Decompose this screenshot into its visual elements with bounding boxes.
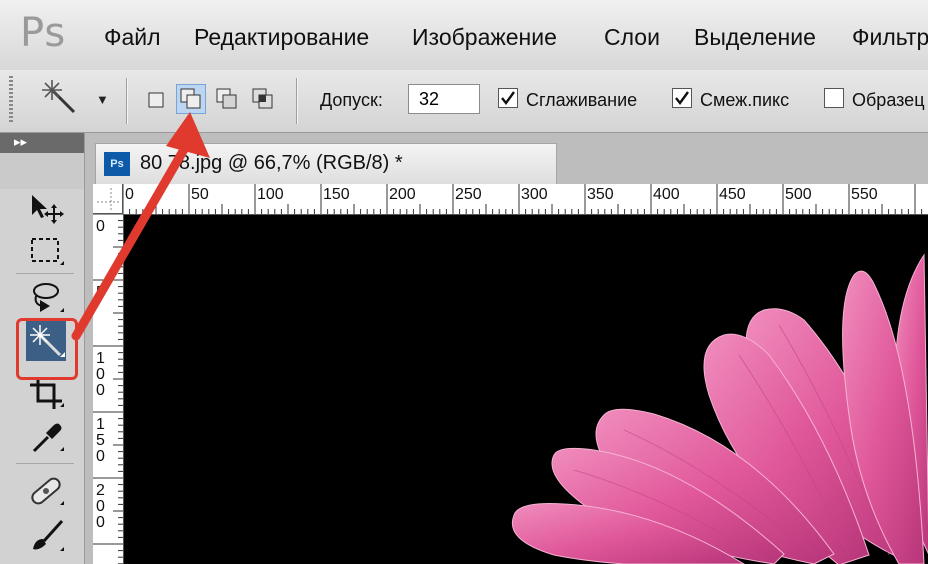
document-title: 80 78.jpg @ 66,7% (RGB/8) * — [140, 152, 403, 174]
lasso-tool[interactable] — [26, 278, 66, 318]
menu-file[interactable]: Файл — [104, 24, 161, 51]
document-tab[interactable]: Ps 80 78.jpg @ 66,7% (RGB/8) * — [95, 143, 557, 184]
ruler-h-label: 400 — [653, 186, 680, 203]
ruler-h-label: 350 — [587, 186, 614, 203]
toolbox-divider — [16, 463, 74, 464]
ruler-v-label: 0 — [96, 218, 105, 235]
ruler-h-label: 250 — [455, 186, 482, 203]
tolerance-label: Допуск: — [320, 90, 383, 110]
contiguous-label: Смеж.пикс — [700, 90, 790, 110]
ruler-h-label: 300 — [521, 186, 548, 203]
options-bar: ▼ Допуск: Сглаживание — [0, 70, 928, 133]
brush-tool[interactable] — [26, 517, 66, 557]
tolerance-input[interactable] — [408, 84, 480, 114]
intersect-selection-icon — [252, 88, 273, 109]
ruler-h-label: 500 — [785, 186, 812, 203]
menu-layers[interactable]: Слои — [604, 24, 660, 51]
vertical-ruler[interactable]: 0 5 1 0 0 1 5 0 2 0 0 — [93, 214, 124, 564]
ps-doc-icon: Ps — [104, 152, 130, 176]
ruler-h-label: 100 — [257, 186, 284, 203]
ruler-v-label: 5 — [96, 284, 105, 301]
toolbox-grip[interactable] — [0, 153, 84, 189]
move-tool[interactable] — [26, 189, 66, 229]
toolbox-divider — [16, 273, 74, 274]
ruler-h-label: 0 — [125, 186, 134, 203]
rect-marquee-tool[interactable] — [26, 231, 66, 271]
ruler-v-label: 0 — [96, 448, 105, 465]
ruler-h-label: 450 — [719, 186, 746, 203]
canvas-wrapper: 0 50 100 150 200 250 300 350 400 450 500… — [93, 184, 928, 564]
add-to-selection-button[interactable] — [176, 84, 206, 114]
ruler-h-label: 50 — [191, 186, 209, 203]
divider — [296, 78, 297, 124]
subtract-selection-icon — [216, 88, 237, 109]
ruler-h-label: 200 — [389, 186, 416, 203]
contiguous-checkbox[interactable] — [672, 88, 692, 108]
ruler-origin[interactable] — [93, 184, 123, 214]
toolbox-header[interactable]: ▸▸ — [0, 133, 84, 153]
new-selection-icon — [148, 92, 164, 108]
brush-icon — [33, 519, 64, 551]
menu-select[interactable]: Выделение — [694, 24, 816, 51]
menu-bar: Ps Файл Редактирование Изображение Слои … — [0, 0, 928, 71]
horizontal-ruler[interactable]: 0 50 100 150 200 250 300 350 400 450 500… — [123, 184, 928, 215]
sample-all-checkbox[interactable] — [824, 88, 844, 108]
tool-preset-picker[interactable] — [40, 80, 84, 118]
collapse-icon[interactable]: ▸▸ — [14, 134, 27, 150]
document-area: Ps 80 78.jpg @ 66,7% (RGB/8) * 0 50 100 … — [85, 133, 928, 564]
divider — [126, 78, 127, 124]
antialias-label: Сглаживание — [526, 90, 638, 110]
healing-brush-tool[interactable] — [26, 471, 66, 511]
eyedropper-icon — [32, 423, 64, 453]
eyedropper-tool[interactable] — [26, 417, 66, 457]
sample-all-label: Образец — [852, 90, 925, 110]
ruler-h-label: 550 — [851, 186, 878, 203]
checkmark-icon — [501, 91, 515, 105]
image-canvas[interactable] — [124, 215, 928, 564]
ruler-v-label: 0 — [96, 382, 105, 399]
flower-petals-image — [512, 253, 928, 564]
wand-highlight-box — [16, 318, 78, 380]
magic-wand-icon — [42, 80, 76, 114]
ruler-origin-icon — [97, 188, 119, 210]
healing-brush-icon — [31, 477, 64, 505]
add-selection-icon — [180, 88, 201, 109]
subtract-selection-button[interactable] — [212, 84, 242, 114]
intersect-selection-button[interactable] — [248, 84, 278, 114]
lasso-icon — [33, 283, 64, 312]
ruler-h-label: 150 — [323, 186, 350, 203]
app-logo: Ps — [20, 10, 67, 56]
chevron-down-icon[interactable]: ▼ — [96, 92, 109, 107]
antialias-checkbox[interactable] — [498, 88, 518, 108]
menu-edit[interactable]: Редактирование — [194, 24, 369, 51]
ruler-v-label: 0 — [96, 514, 105, 531]
menu-image[interactable]: Изображение — [412, 24, 557, 51]
menu-filter[interactable]: Фильтр — [852, 24, 928, 51]
move-tool-icon — [32, 195, 64, 224]
checkmark-icon — [675, 91, 689, 105]
new-selection-button[interactable] — [142, 84, 172, 114]
options-grip[interactable] — [9, 76, 13, 124]
rect-marquee-icon — [31, 238, 64, 265]
